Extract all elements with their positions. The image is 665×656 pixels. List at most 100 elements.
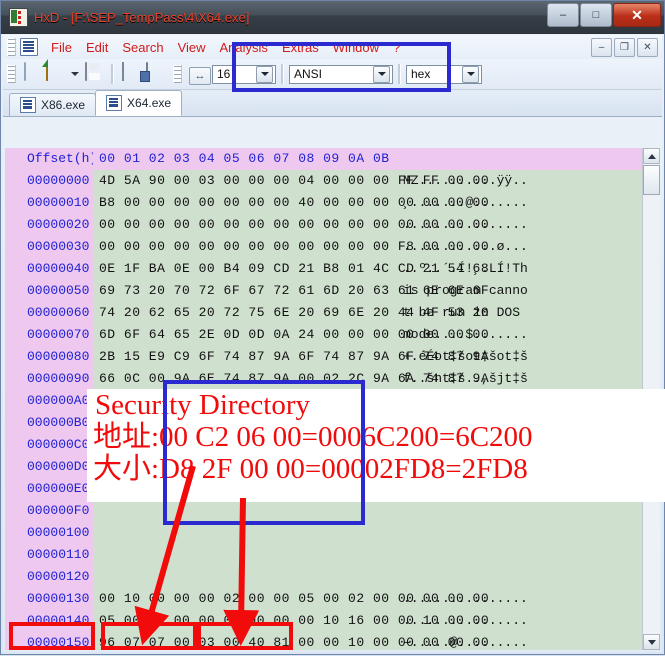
offset-base-combo[interactable]: hex [406, 64, 482, 84]
save-icon[interactable] [83, 62, 105, 85]
hex-row[interactable]: 000000F0 [5, 500, 660, 522]
open-ram-icon[interactable] [120, 62, 142, 85]
hex-row[interactable]: 00000020 00 00 00 00 00 00 00 00 00 00 00… [5, 214, 660, 236]
hex-row[interactable]: 00000120 [5, 566, 660, 588]
hex-row[interactable]: 00000090 66 0C 00 9A 6E 74 87 9A 00 02 2C… [5, 368, 660, 390]
hex-row[interactable]: 00000110 [5, 544, 660, 566]
row-bytes[interactable]: 0E 1F BA 0E 00 B4 09 CD 21 B8 01 4C CD 2… [93, 258, 489, 280]
menu-gripper[interactable] [7, 38, 16, 56]
row-offset: 000000E0 [5, 478, 93, 500]
hxd-window: HxD - [F:\SEP_TempPass\4\X64.exe] – □ ✕ … [0, 0, 665, 655]
open-file-icon[interactable] [45, 62, 67, 85]
bytes-per-row-icon: ↔ [187, 63, 211, 85]
row-ascii[interactable]: ..º..´.Í!¸.LÍ!Th [393, 258, 660, 280]
row-ascii[interactable]: is program canno [393, 280, 660, 302]
row-bytes[interactable] [93, 544, 393, 566]
row-offset: 00000140 [5, 610, 93, 632]
row-ascii[interactable]: ................ [393, 214, 660, 236]
row-offset: 00000120 [5, 566, 93, 588]
chevron-down-icon[interactable] [256, 65, 273, 83]
child-close-button[interactable]: ✕ [637, 38, 658, 57]
row-bytes[interactable]: 00 10 00 00 00 02 00 00 05 00 02 00 00 0… [93, 588, 489, 610]
tab-x86-exe[interactable]: X86.exe [9, 93, 97, 116]
row-ascii[interactable]: –.....@......... [393, 632, 660, 650]
mdi-child-area: File Edit Search View Analysis Extras Wi… [3, 35, 662, 652]
hex-row[interactable]: 00000130 00 10 00 00 00 02 00 00 05 00 02… [5, 588, 660, 610]
child-restore-button[interactable]: ❐ [614, 38, 635, 57]
scroll-up-icon[interactable] [643, 148, 660, 164]
row-ascii[interactable]: +.éÉot‡šot‡šot‡š [393, 346, 660, 368]
minimize-button[interactable]: – [547, 3, 579, 27]
row-bytes[interactable]: 00 00 00 00 00 00 00 00 00 00 00 00 F8 0… [93, 236, 489, 258]
hex-row[interactable]: 00000100 [5, 522, 660, 544]
tab-label: X64.exe [127, 96, 172, 110]
open-disk-icon[interactable] [144, 62, 166, 85]
row-offset: 000000F0 [5, 500, 93, 522]
row-bytes[interactable]: 05 00 02 00 00 00 00 00 00 10 16 00 00 1… [93, 610, 489, 632]
hex-row[interactable]: 00000070 6D 6F 64 65 2E 0D 0D 0A 24 00 00… [5, 324, 660, 346]
file-icon [106, 95, 123, 111]
row-bytes[interactable] [93, 566, 393, 588]
menu-item-help[interactable]: ? [386, 38, 407, 57]
row-ascii[interactable]: f..šnt‡š..,šjt‡š [393, 368, 660, 390]
row-bytes[interactable]: 74 20 62 65 20 72 75 6E 20 69 6E 20 44 4… [93, 302, 489, 324]
menu-item-extras[interactable]: Extras [275, 38, 326, 57]
row-ascii[interactable] [393, 522, 660, 544]
ascii-header [393, 148, 660, 170]
row-bytes[interactable]: 2B 15 E9 C9 6F 74 87 9A 6F 74 87 9A 6F 7… [93, 346, 489, 368]
chevron-down-icon[interactable] [373, 65, 390, 83]
toolbar-gripper-2[interactable] [173, 65, 182, 83]
new-file-icon[interactable] [21, 62, 43, 85]
row-ascii[interactable]: ................ [393, 588, 660, 610]
toolbar-gripper[interactable] [7, 65, 16, 83]
row-ascii[interactable]: mode....$....... [393, 324, 660, 346]
row-ascii[interactable]: t be run in DOS [393, 302, 660, 324]
menu-item-file[interactable]: File [44, 38, 79, 57]
hex-header-row: Offset(h) 00 01 02 03 04 05 06 07 08 09 … [5, 148, 660, 170]
open-dropdown-caret-icon[interactable] [71, 72, 79, 76]
row-ascii[interactable]: ¸.......@....... [393, 192, 660, 214]
child-minimize-button[interactable]: – [591, 38, 612, 57]
row-bytes[interactable]: 66 0C 00 9A 6E 74 87 9A 00 02 2C 9A 6A 7… [93, 368, 489, 390]
hex-row[interactable]: 00000030 00 00 00 00 00 00 00 00 00 00 00… [5, 236, 660, 258]
row-ascii[interactable] [393, 544, 660, 566]
bytes-per-row-combo[interactable]: 16 [212, 64, 276, 84]
scrollbar-thumb[interactable] [643, 165, 660, 195]
hex-row[interactable]: 00000040 0E 1F BA 0E 00 B4 09 CD 21 B8 01… [5, 258, 660, 280]
row-ascii[interactable] [393, 500, 660, 522]
row-ascii[interactable]: ............ø... [393, 236, 660, 258]
hex-row[interactable]: 00000060 74 20 62 65 20 72 75 6E 20 69 6E… [5, 302, 660, 324]
menu-item-search[interactable]: Search [115, 38, 170, 57]
row-ascii[interactable]: ................ [393, 610, 660, 632]
row-bytes[interactable] [93, 500, 393, 522]
hex-row[interactable]: 00000050 69 73 20 70 72 6F 67 72 61 6D 20… [5, 280, 660, 302]
row-bytes[interactable]: 69 73 20 70 72 6F 67 72 61 6D 20 63 61 6… [93, 280, 489, 302]
menu-item-edit[interactable]: Edit [79, 38, 115, 57]
toolbar: ↔ 16 ANSI hex [3, 59, 662, 90]
menu-item-analysis[interactable]: Analysis [213, 38, 275, 57]
hex-row[interactable]: 00000080 2B 15 E9 C9 6F 74 87 9A 6F 74 87… [5, 346, 660, 368]
menu-item-window[interactable]: Window [326, 38, 386, 57]
encoding-combo[interactable]: ANSI [289, 64, 393, 84]
chevron-down-icon[interactable] [462, 65, 479, 83]
row-bytes[interactable] [93, 522, 393, 544]
row-bytes[interactable]: 00 00 00 00 00 00 00 00 00 00 00 00 00 0… [93, 214, 489, 236]
row-offset: 00000100 [5, 522, 93, 544]
close-button[interactable]: ✕ [613, 3, 661, 27]
row-bytes[interactable]: B8 00 00 00 00 00 00 00 40 00 00 00 00 0… [93, 192, 489, 214]
menu-item-view[interactable]: View [171, 38, 213, 57]
hex-row[interactable]: 00000000 4D 5A 90 00 03 00 00 00 04 00 00… [5, 170, 660, 192]
tab-x64-exe[interactable]: X64.exe [95, 90, 183, 116]
row-bytes[interactable]: 96 07 07 00 03 00 40 81 00 00 10 00 00 0… [93, 632, 489, 650]
hex-row[interactable]: 00000140 05 00 02 00 00 00 00 00 00 10 16… [5, 610, 660, 632]
row-bytes[interactable]: 4D 5A 90 00 03 00 00 00 04 00 00 00 FF F… [93, 170, 489, 192]
row-ascii[interactable] [393, 566, 660, 588]
row-ascii[interactable]: MZ..........ÿÿ.. [393, 170, 660, 192]
hex-row[interactable]: 00000010 B8 00 00 00 00 00 00 00 40 00 00… [5, 192, 660, 214]
row-offset: 00000040 [5, 258, 93, 280]
scroll-down-icon[interactable] [643, 634, 660, 650]
hex-row[interactable]: 00000150 96 07 07 00 03 00 40 81 00 00 10… [5, 632, 660, 650]
offset-base-value: hex [411, 67, 431, 81]
maximize-button[interactable]: □ [580, 3, 612, 27]
row-bytes[interactable]: 6D 6F 64 65 2E 0D 0D 0A 24 00 00 00 00 0… [93, 324, 489, 346]
